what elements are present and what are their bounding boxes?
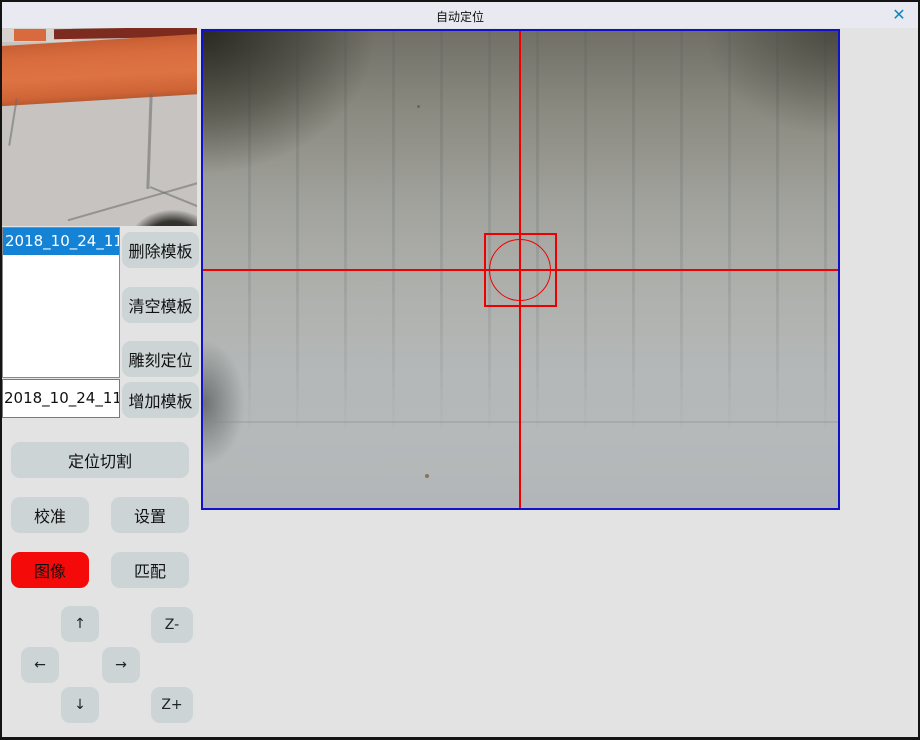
delete-template-button[interactable]: 删除模板 — [122, 232, 199, 268]
jog-z-minus-button[interactable]: Z- — [151, 607, 193, 643]
calibrate-button[interactable]: 校准 — [11, 497, 89, 533]
title-bar: 自动定位 ✕ — [2, 2, 918, 28]
jog-left-button[interactable]: ← — [21, 647, 59, 683]
settings-button[interactable]: 设置 — [111, 497, 189, 533]
template-name-input[interactable]: 2018_10_24_11 — [2, 379, 120, 418]
thumbnail-tile-line — [146, 94, 152, 189]
image-button[interactable]: 图像 — [11, 552, 89, 588]
match-region-circle — [489, 239, 551, 301]
jog-right-button[interactable]: → — [102, 647, 140, 683]
thumbnail-orange-plank — [2, 33, 197, 106]
camera-speck — [425, 474, 429, 478]
template-list[interactable]: 2018_10_24_11 — [2, 227, 120, 378]
match-button[interactable]: 匹配 — [111, 552, 189, 588]
jog-up-button[interactable]: ↑ — [61, 606, 99, 642]
jog-z-plus-button[interactable]: Z+ — [151, 687, 193, 723]
thumbnail-dark-object — [130, 210, 197, 226]
thumbnail-orange-block — [14, 29, 46, 41]
camera-view[interactable] — [201, 29, 840, 510]
add-template-button[interactable]: 增加模板 — [122, 382, 199, 418]
clear-templates-button[interactable]: 清空模板 — [122, 287, 199, 323]
auto-positioning-window: 自动定位 ✕ 2018_10_24_11 2018_10_24_11 删除模板 … — [0, 0, 920, 740]
engrave-position-button[interactable]: 雕刻定位 — [122, 341, 199, 377]
template-thumbnail-image — [2, 28, 197, 226]
camera-speck — [417, 105, 420, 108]
template-list-item[interactable]: 2018_10_24_11 — [3, 228, 119, 255]
window-title: 自动定位 — [2, 8, 918, 25]
jog-down-button[interactable]: ↓ — [61, 687, 99, 723]
close-icon[interactable]: ✕ — [888, 5, 910, 25]
position-cut-button[interactable]: 定位切割 — [11, 442, 189, 478]
